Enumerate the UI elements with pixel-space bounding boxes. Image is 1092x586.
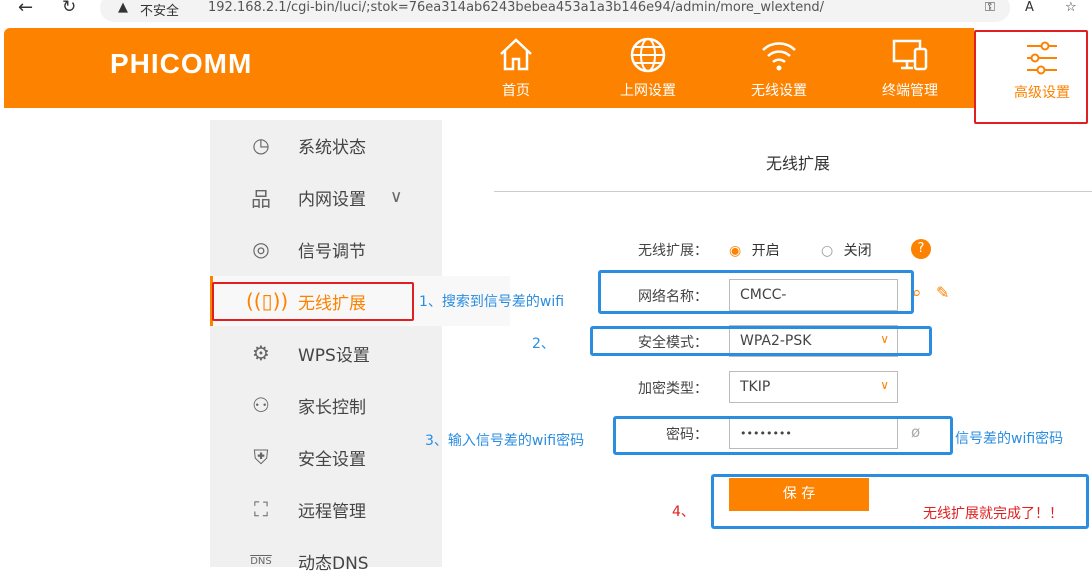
key-icon[interactable]: ⚿ (985, 0, 995, 15)
annotation-step-1: 1、搜索到信号差的wifi (419, 294, 565, 310)
read-aloud-icon[interactable]: A (1025, 0, 1034, 15)
sidebar-item-ddns[interactable]: DNS 动态DNS (210, 536, 442, 586)
radio-label: 开启 (751, 243, 780, 259)
wifi-icon (762, 42, 796, 71)
chevron-down-icon: ∨ (390, 187, 403, 207)
encryption-value: TKIP (740, 379, 771, 395)
sidebar-item-label: 远程管理 (298, 501, 366, 522)
network-icon: 品 (251, 186, 271, 211)
highlight-advanced (974, 30, 1088, 124)
chevron-down-icon: ∨ (880, 378, 889, 392)
annotation-password-note: 信号差的wifi密码 (955, 431, 1064, 447)
browser-bar: ← ↻ ▲ 不安全 192.168.2.1/cgi-bin/luci/;stok… (0, 0, 1092, 24)
insecure-label: 不安全 (140, 4, 180, 19)
address-bar[interactable]: ▲ 不安全 192.168.2.1/cgi-bin/luci/;stok=76e… (100, 0, 1010, 22)
nav-home[interactable]: 首页 (466, 36, 566, 100)
radio-label: 关闭 (843, 243, 872, 259)
radio-checked-icon: ◉ (729, 243, 742, 259)
sidebar-item-lan[interactable]: 品 内网设置 ∨ (210, 172, 442, 222)
nav-label: 终端管理 (882, 83, 938, 99)
sidebar-item-label: 动态DNS (298, 553, 369, 574)
home-icon (500, 38, 532, 71)
nav-devices[interactable]: 终端管理 (860, 36, 960, 100)
clock-icon: ◷ (252, 133, 270, 157)
sidebar-item-label: 家长控制 (298, 397, 366, 418)
sidebar-item-security[interactable]: ⛨ 安全设置 (210, 432, 442, 482)
nav-label: 上网设置 (620, 83, 676, 99)
dns-icon: DNS (250, 555, 272, 567)
page-title: 无线扩展 (766, 154, 831, 173)
nav-wireless[interactable]: 无线设置 (729, 36, 829, 100)
remote-icon: ⛶ (254, 497, 268, 521)
encryption-label: 加密类型： (638, 381, 708, 397)
parent-lock-icon: ⚇ (252, 393, 270, 417)
sidebar-item-label: WPS设置 (298, 345, 370, 366)
sidebar-item-status[interactable]: ◷ 系统状态 (210, 120, 442, 170)
devices-icon (892, 39, 928, 71)
nav-label: 首页 (502, 83, 530, 99)
warning-icon: ▲ (118, 0, 128, 15)
sidebar-item-parental[interactable]: ⚇ 家长控制 (210, 380, 442, 430)
radio-off[interactable]: ○ 关闭 (821, 240, 872, 260)
nav-internet[interactable]: 上网设置 (598, 36, 698, 100)
refresh-icon[interactable]: ↻ (62, 0, 76, 17)
highlight-sidebar (212, 282, 414, 321)
help-icon[interactable]: ? (911, 239, 931, 259)
sidebar-item-wps[interactable]: ⚙ WPS设置 (210, 328, 442, 378)
annotation-step-3: 3、输入信号差的wifi密码 (425, 433, 585, 449)
sidebar-item-label: 内网设置 (298, 189, 366, 210)
radio-on[interactable]: ◉ 开启 (729, 240, 780, 260)
back-icon[interactable]: ← (18, 0, 33, 18)
annotation-done: 无线扩展就完成了！！ (923, 506, 1063, 522)
sidebar-item-signal[interactable]: ◎ 信号调节 (210, 224, 442, 274)
annotation-step-4: 4、 (672, 504, 695, 520)
title-divider (494, 191, 1092, 192)
sidebar-item-label: 信号调节 (298, 241, 366, 262)
encryption-select[interactable]: TKIP ∨ (729, 371, 898, 403)
sidebar: ◷ 系统状态 品内网设置 ∨ ◎ 信号调节 ((▯)) 无线扩展 ⚙ WPS设置 ⚇ 家长控… (210, 120, 510, 574)
sidebar-item-label: 安全设置 (298, 449, 366, 470)
annotation-box-1 (598, 270, 914, 314)
shield-icon: ⛨ (253, 445, 269, 469)
sidebar-item-remote[interactable]: ⛶ 远程管理 (210, 484, 442, 534)
favorite-icon[interactable]: ☆ (1065, 0, 1077, 15)
signal-icon: ◎ (252, 237, 270, 261)
url-text[interactable]: 192.168.2.1/cgi-bin/luci/;stok=76ea314ab… (208, 0, 824, 15)
annotation-step-2: 2、 (532, 336, 555, 352)
globe-icon (630, 37, 666, 73)
wps-gear-icon: ⚙ (252, 341, 270, 365)
nav-label: 无线设置 (751, 83, 807, 99)
radio-unchecked-icon: ○ (821, 243, 834, 259)
ext-label: 无线扩展： (638, 243, 708, 259)
annotation-box-2 (590, 326, 932, 356)
sidebar-item-label: 系统状态 (298, 137, 366, 158)
edit-icon[interactable]: ✎ (936, 283, 949, 302)
logo: PHICOMM (110, 48, 253, 79)
annotation-box-3 (613, 416, 953, 455)
